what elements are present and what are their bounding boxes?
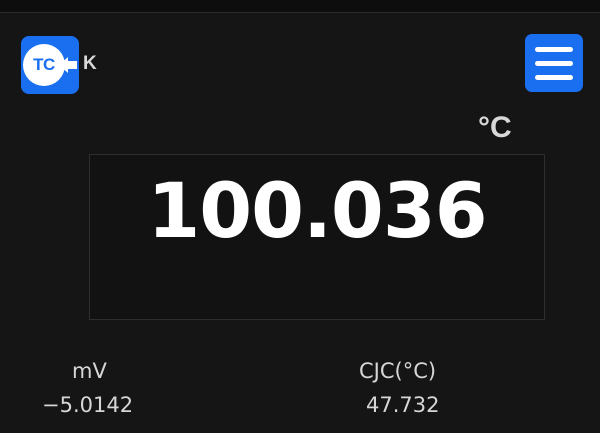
meter-screen: TC K °C 100.036 mV −5.0142 CJC(°C) 47.73… (0, 0, 600, 433)
sensor-input-button[interactable]: TC (21, 36, 79, 94)
cjc-value: 47.732 (366, 393, 440, 417)
thermocouple-type: K (83, 53, 97, 74)
main-reading-panel: 100.036 (89, 154, 545, 320)
top-bar (0, 0, 600, 13)
menu-button[interactable] (525, 34, 583, 92)
mv-label: mV (72, 359, 107, 383)
temperature-reading: 100.036 (147, 166, 487, 255)
cjc-label: CJC(°C) (359, 359, 437, 383)
unit-label: °C (478, 111, 512, 144)
thermocouple-input-icon (59, 57, 77, 73)
mv-value: −5.0142 (42, 393, 134, 417)
